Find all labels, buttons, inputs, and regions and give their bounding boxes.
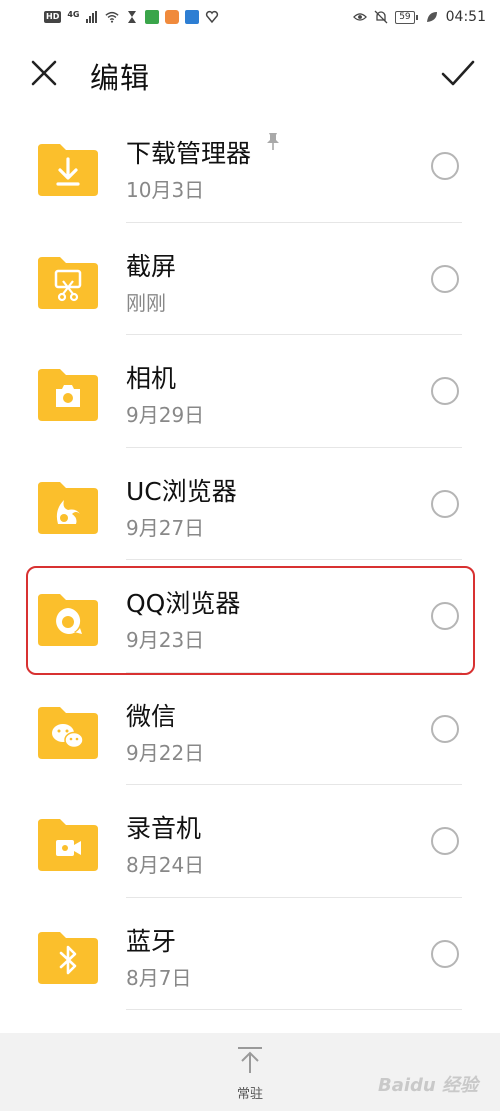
battery-icon: 59	[395, 10, 418, 24]
select-radio[interactable]	[431, 152, 459, 180]
list-item-screenshots[interactable]: 截屏 刚刚	[0, 223, 500, 335]
folder-date: 9月22日	[126, 740, 205, 765]
wifi-icon	[105, 11, 120, 23]
signal-icon	[86, 11, 98, 23]
status-bar: HD 4G 59 04:51	[0, 0, 500, 38]
list-item-wechat[interactable]: 微信 9月22日	[0, 673, 500, 785]
qq-browser-folder-icon	[38, 594, 98, 646]
page-title: 编辑	[90, 61, 151, 95]
select-radio[interactable]	[431, 939, 459, 968]
battery-level: 59	[395, 10, 415, 24]
folder-date: 9月29日	[126, 403, 205, 427]
select-radio[interactable]	[431, 827, 459, 855]
pin-icon	[267, 133, 280, 150]
hourglass-icon	[128, 11, 137, 23]
app-notification-icon-1	[145, 10, 160, 24]
folder-date: 9月23日	[126, 628, 205, 652]
folder-name: 截屏	[126, 251, 177, 281]
clock: 04:51	[445, 9, 486, 25]
wechat-folder-icon	[38, 706, 98, 759]
folder-name: 相机	[126, 364, 177, 393]
pin-to-top-icon	[238, 1047, 262, 1073]
app-notification-icon-2	[165, 10, 180, 24]
divider	[126, 1009, 462, 1010]
watermark: Baidu 经验	[377, 1075, 478, 1096]
uc-browser-folder-icon	[38, 481, 98, 534]
select-radio[interactable]	[431, 714, 459, 743]
folder-name: QQ浏览器	[126, 589, 241, 618]
folder-date: 8月7日	[126, 965, 192, 990]
hd-badge: HD	[44, 11, 62, 23]
confirm-check-icon[interactable]	[440, 57, 476, 89]
list-item-uc-browser[interactable]: UC浏览器 9月27日	[0, 448, 500, 560]
status-right: 59 04:51	[353, 9, 486, 25]
select-radio[interactable]	[431, 377, 459, 405]
list-item-camera[interactable]: 相机 9月29日	[0, 335, 500, 448]
network-type: 4G	[67, 9, 80, 19]
screenshot-folder-icon	[38, 256, 98, 309]
camera-folder-icon	[38, 369, 98, 421]
bluetooth-folder-icon	[38, 931, 98, 984]
leaf-icon	[426, 12, 437, 22]
select-radio[interactable]	[431, 489, 459, 518]
app-notification-icon-3	[185, 10, 200, 24]
status-left: HD 4G	[44, 10, 219, 24]
list-item-bluetooth[interactable]: 蓝牙 8月7日	[0, 898, 500, 1010]
pin-to-top-label: 常驻	[236, 1087, 263, 1102]
list-item-recorder[interactable]: 录音机 8月24日	[0, 785, 500, 898]
folder-date: 9月27日	[126, 515, 205, 540]
download-folder-icon	[38, 144, 98, 196]
folder-date: 8月24日	[126, 853, 205, 877]
recorder-folder-icon	[38, 819, 98, 871]
folder-name: 微信	[126, 701, 177, 731]
eye-icon	[353, 13, 368, 21]
select-radio[interactable]	[431, 264, 459, 293]
mute-bell-icon	[374, 10, 388, 24]
folder-name: 下载管理器	[126, 133, 281, 170]
list-item-downloads[interactable]: 下载管理器 10月3日	[0, 110, 500, 223]
list-item-qq-browser[interactable]: QQ浏览器 9月23日	[0, 560, 500, 673]
folder-date: 刚刚	[126, 290, 166, 315]
folder-list: 下载管理器 10月3日 截屏 刚刚 相机 9月29日 UC浏览器 9月27日 Q…	[0, 110, 500, 1010]
bottom-bar: 常驻 Baidu 经验	[0, 1033, 500, 1111]
folder-name: 蓝牙	[126, 926, 177, 956]
folder-name: 录音机	[126, 814, 202, 843]
pin-to-top-button[interactable]: 常驻	[226, 1045, 274, 1105]
header: 编辑	[0, 45, 500, 105]
select-radio[interactable]	[431, 602, 459, 630]
folder-name: UC浏览器	[126, 476, 237, 506]
folder-date: 10月3日	[126, 178, 205, 202]
close-icon[interactable]	[28, 57, 60, 89]
heart-outline-icon	[206, 10, 219, 24]
